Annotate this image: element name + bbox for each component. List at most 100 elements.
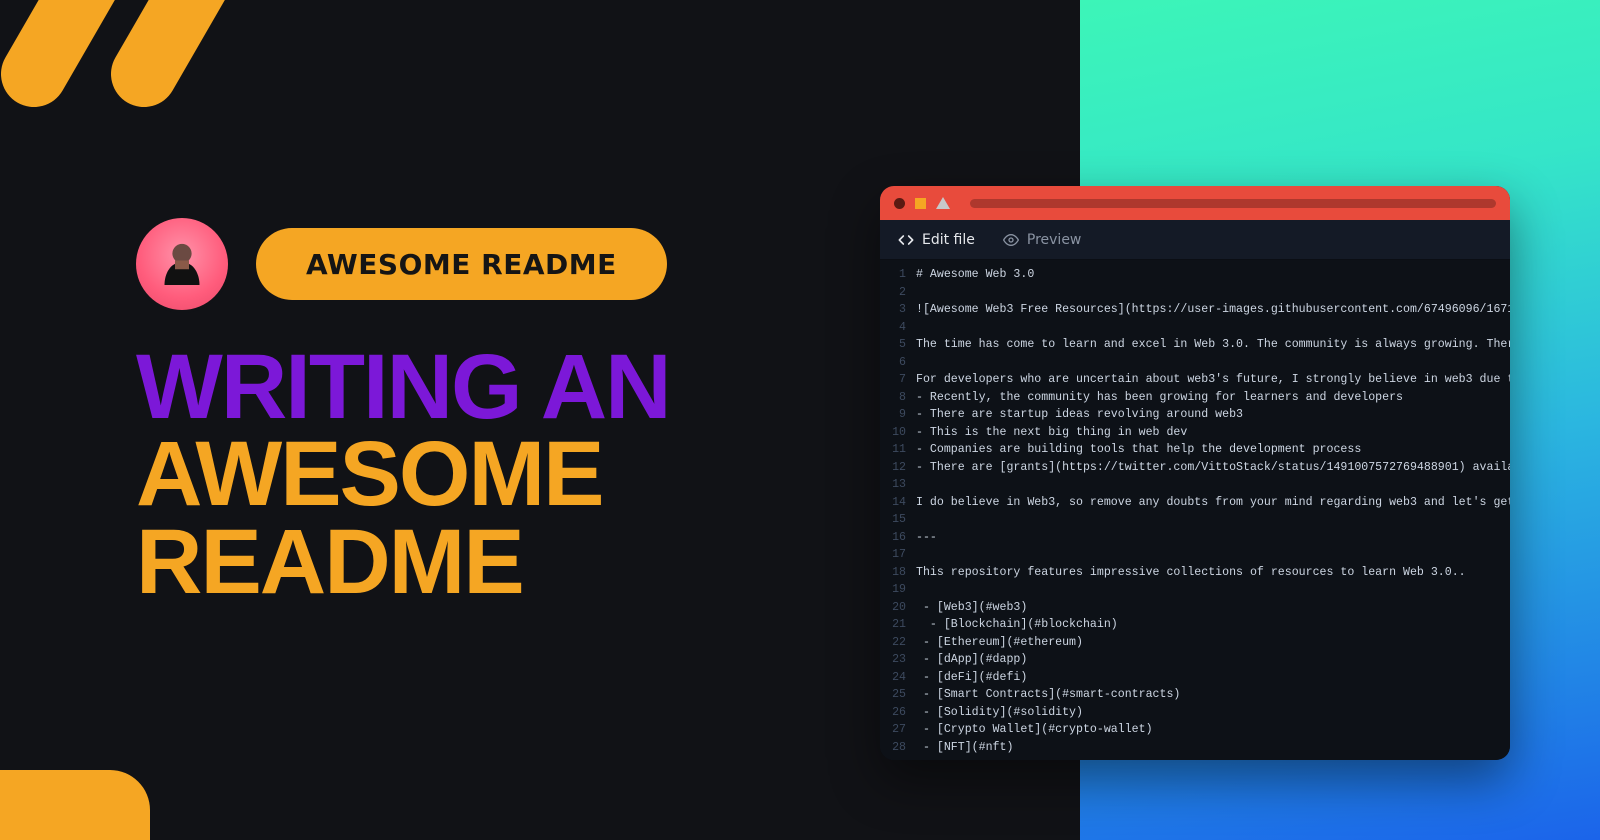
code-line: 6 — [880, 354, 1510, 372]
editor-tabs: Edit file Preview — [880, 220, 1510, 260]
code-text — [916, 546, 1510, 564]
code-text: - There are startup ideas revolving arou… — [916, 406, 1510, 424]
code-text: ![Awesome Web3 Free Resources](https://u… — [916, 301, 1510, 319]
line-number: 3 — [880, 301, 916, 319]
code-text: - There are [grants](https://twitter.com… — [916, 459, 1510, 477]
line-number: 25 — [880, 686, 916, 704]
accent-bar-2 — [99, 0, 271, 119]
code-text — [916, 476, 1510, 494]
code-line: 1# Awesome Web 3.0 — [880, 266, 1510, 284]
code-line: 17 — [880, 546, 1510, 564]
tab-preview-label: Preview — [1027, 232, 1082, 248]
code-line: 12- There are [grants](https://twitter.c… — [880, 459, 1510, 477]
line-number: 13 — [880, 476, 916, 494]
code-line: 2 — [880, 284, 1510, 302]
headline-line-2: AWESOME — [136, 431, 856, 518]
line-number: 27 — [880, 721, 916, 739]
code-text: This repository features impressive coll… — [916, 564, 1510, 582]
code-line: 27 - [Crypto Wallet](#crypto-wallet) — [880, 721, 1510, 739]
tab-edit-file-label: Edit file — [922, 232, 975, 248]
code-line: 14I do believe in Web3, so remove any do… — [880, 494, 1510, 512]
code-icon — [898, 232, 914, 248]
code-line: 28 - [NFT](#nft) — [880, 739, 1510, 757]
tab-preview[interactable]: Preview — [1003, 232, 1082, 248]
code-text: - [Smart Contracts](#smart-contracts) — [916, 686, 1510, 704]
code-line: 11- Companies are building tools that he… — [880, 441, 1510, 459]
line-number: 10 — [880, 424, 916, 442]
code-line: 16--- — [880, 529, 1510, 547]
window-control-square-icon — [915, 198, 926, 209]
banner-stage: AWESOME README WRITING AN AWESOME README… — [0, 0, 1600, 840]
code-text: The time has come to learn and excel in … — [916, 336, 1510, 354]
line-number: 16 — [880, 529, 916, 547]
person-icon — [154, 236, 210, 292]
code-line: 25 - [Smart Contracts](#smart-contracts) — [880, 686, 1510, 704]
code-line: 22 - [Ethereum](#ethereum) — [880, 634, 1510, 652]
code-text: - [deFi](#defi) — [916, 669, 1510, 687]
code-line: 21 - [Blockchain](#blockchain) — [880, 616, 1510, 634]
category-pill-label: AWESOME README — [306, 248, 617, 281]
editor-window: Edit file Preview 1# Awesome Web 3.023![… — [880, 186, 1510, 760]
code-text: - [Ethereum](#ethereum) — [916, 634, 1510, 652]
code-line: 24 - [deFi](#defi) — [880, 669, 1510, 687]
code-text — [916, 354, 1510, 372]
code-text: - Recently, the community has been growi… — [916, 389, 1510, 407]
window-titlebar — [880, 186, 1510, 220]
line-number: 12 — [880, 459, 916, 477]
code-line: 18This repository features impressive co… — [880, 564, 1510, 582]
code-text: - This is the next big thing in web dev — [916, 424, 1510, 442]
tab-edit-file[interactable]: Edit file — [898, 232, 975, 248]
line-number: 9 — [880, 406, 916, 424]
line-number: 1 — [880, 266, 916, 284]
line-number: 21 — [880, 616, 916, 634]
line-number: 8 — [880, 389, 916, 407]
line-number: 2 — [880, 284, 916, 302]
line-number: 28 — [880, 739, 916, 757]
line-number: 14 — [880, 494, 916, 512]
headline-line-3: README — [136, 519, 856, 606]
code-text: --- — [916, 529, 1510, 547]
code-line: 15 — [880, 511, 1510, 529]
line-number: 11 — [880, 441, 916, 459]
code-text: - [Blockchain](#blockchain) — [916, 616, 1510, 634]
code-line: 8- Recently, the community has been grow… — [880, 389, 1510, 407]
accent-corner — [0, 770, 150, 840]
code-line: 7For developers who are uncertain about … — [880, 371, 1510, 389]
code-line: 5The time has come to learn and excel in… — [880, 336, 1510, 354]
code-text: - [Solidity](#solidity) — [916, 704, 1510, 722]
eye-icon — [1003, 232, 1019, 248]
code-line: 3![Awesome Web3 Free Resources](https://… — [880, 301, 1510, 319]
code-text: - Companies are building tools that help… — [916, 441, 1510, 459]
code-text: I do believe in Web3, so remove any doub… — [916, 494, 1510, 512]
avatar — [136, 218, 228, 310]
headline-line-1: WRITING AN — [136, 344, 856, 431]
window-control-triangle-icon — [936, 197, 950, 209]
code-text: # Awesome Web 3.0 — [916, 266, 1510, 284]
code-text — [916, 581, 1510, 599]
line-number: 7 — [880, 371, 916, 389]
code-line: 23 - [dApp](#dapp) — [880, 651, 1510, 669]
line-number: 24 — [880, 669, 916, 687]
code-text — [916, 284, 1510, 302]
code-editor[interactable]: 1# Awesome Web 3.023![Awesome Web3 Free … — [880, 260, 1510, 760]
category-pill: AWESOME README — [256, 228, 667, 300]
code-line: 13 — [880, 476, 1510, 494]
code-line: 26 - [Solidity](#solidity) — [880, 704, 1510, 722]
code-text: For developers who are uncertain about w… — [916, 371, 1510, 389]
code-line: 20 - [Web3](#web3) — [880, 599, 1510, 617]
code-text: - [NFT](#nft) — [916, 739, 1510, 757]
code-line: 19 — [880, 581, 1510, 599]
line-number: 20 — [880, 599, 916, 617]
window-address-bar — [970, 199, 1496, 208]
line-number: 5 — [880, 336, 916, 354]
line-number: 18 — [880, 564, 916, 582]
window-control-dot-icon — [894, 198, 905, 209]
code-text: - [Crypto Wallet](#crypto-wallet) — [916, 721, 1510, 739]
headline: WRITING AN AWESOME README — [136, 344, 856, 606]
line-number: 26 — [880, 704, 916, 722]
code-text: - [dApp](#dapp) — [916, 651, 1510, 669]
line-number: 15 — [880, 511, 916, 529]
line-number: 17 — [880, 546, 916, 564]
code-text: - [Web3](#web3) — [916, 599, 1510, 617]
code-text — [916, 319, 1510, 337]
